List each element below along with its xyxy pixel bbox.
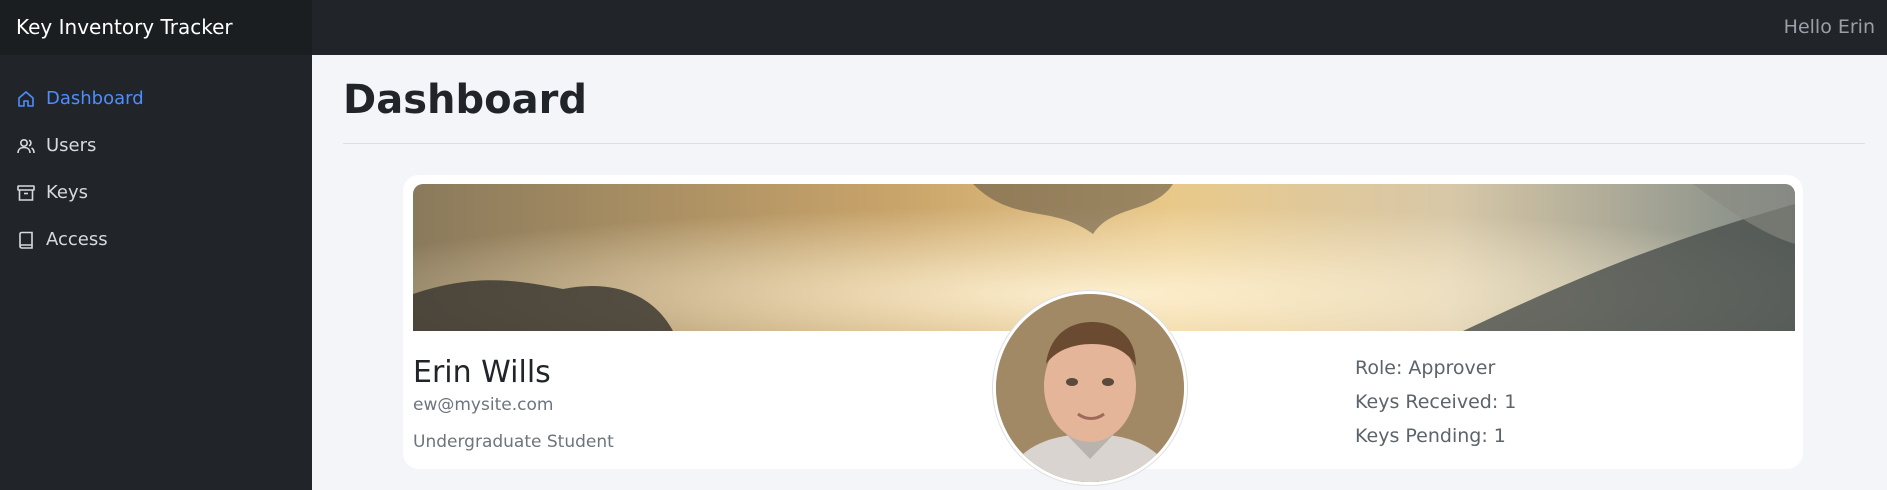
keys-pending-stat: Keys Pending: 1 — [1355, 425, 1506, 447]
profile-stats: Role: Approver Keys Received: 1 Keys Pen… — [1355, 357, 1516, 459]
sidebar-item-keys[interactable]: Keys — [0, 169, 312, 216]
divider — [343, 143, 1865, 144]
top-navbar: Key Inventory Tracker Hello Erin — [0, 0, 1887, 55]
profile-name: Erin Wills — [413, 355, 551, 390]
profile-email: ew@mysite.com — [413, 395, 554, 415]
book-icon — [19, 231, 33, 249]
profile-bio: Undergraduate Student — [413, 432, 614, 452]
brand-title[interactable]: Key Inventory Tracker — [0, 0, 312, 55]
profile-card: Erin Wills ew@mysite.com Undergraduate S… — [403, 175, 1803, 485]
keys-received-stat: Keys Received: 1 — [1355, 391, 1517, 413]
sidebar-item-label: Users — [46, 135, 97, 156]
sidebar-item-dashboard[interactable]: Dashboard — [0, 75, 312, 122]
sidebar: Dashboard Users Keys Access — [0, 55, 312, 490]
home-icon — [18, 90, 34, 107]
avatar — [993, 291, 1187, 485]
role-stat: Role: Approver — [1355, 357, 1496, 379]
users-icon — [17, 138, 35, 153]
sidebar-item-access[interactable]: Access — [0, 216, 312, 263]
sidebar-item-label: Dashboard — [46, 88, 144, 109]
sidebar-item-label: Access — [46, 229, 108, 250]
page-title: Dashboard — [343, 77, 587, 123]
archive-icon — [17, 184, 35, 201]
sidebar-item-users[interactable]: Users — [0, 122, 312, 169]
user-greeting: Hello Erin — [1783, 16, 1875, 38]
sidebar-item-label: Keys — [46, 182, 89, 203]
main-content: Dashboard Erin Wills ew@mysite.com Under… — [312, 55, 1887, 490]
